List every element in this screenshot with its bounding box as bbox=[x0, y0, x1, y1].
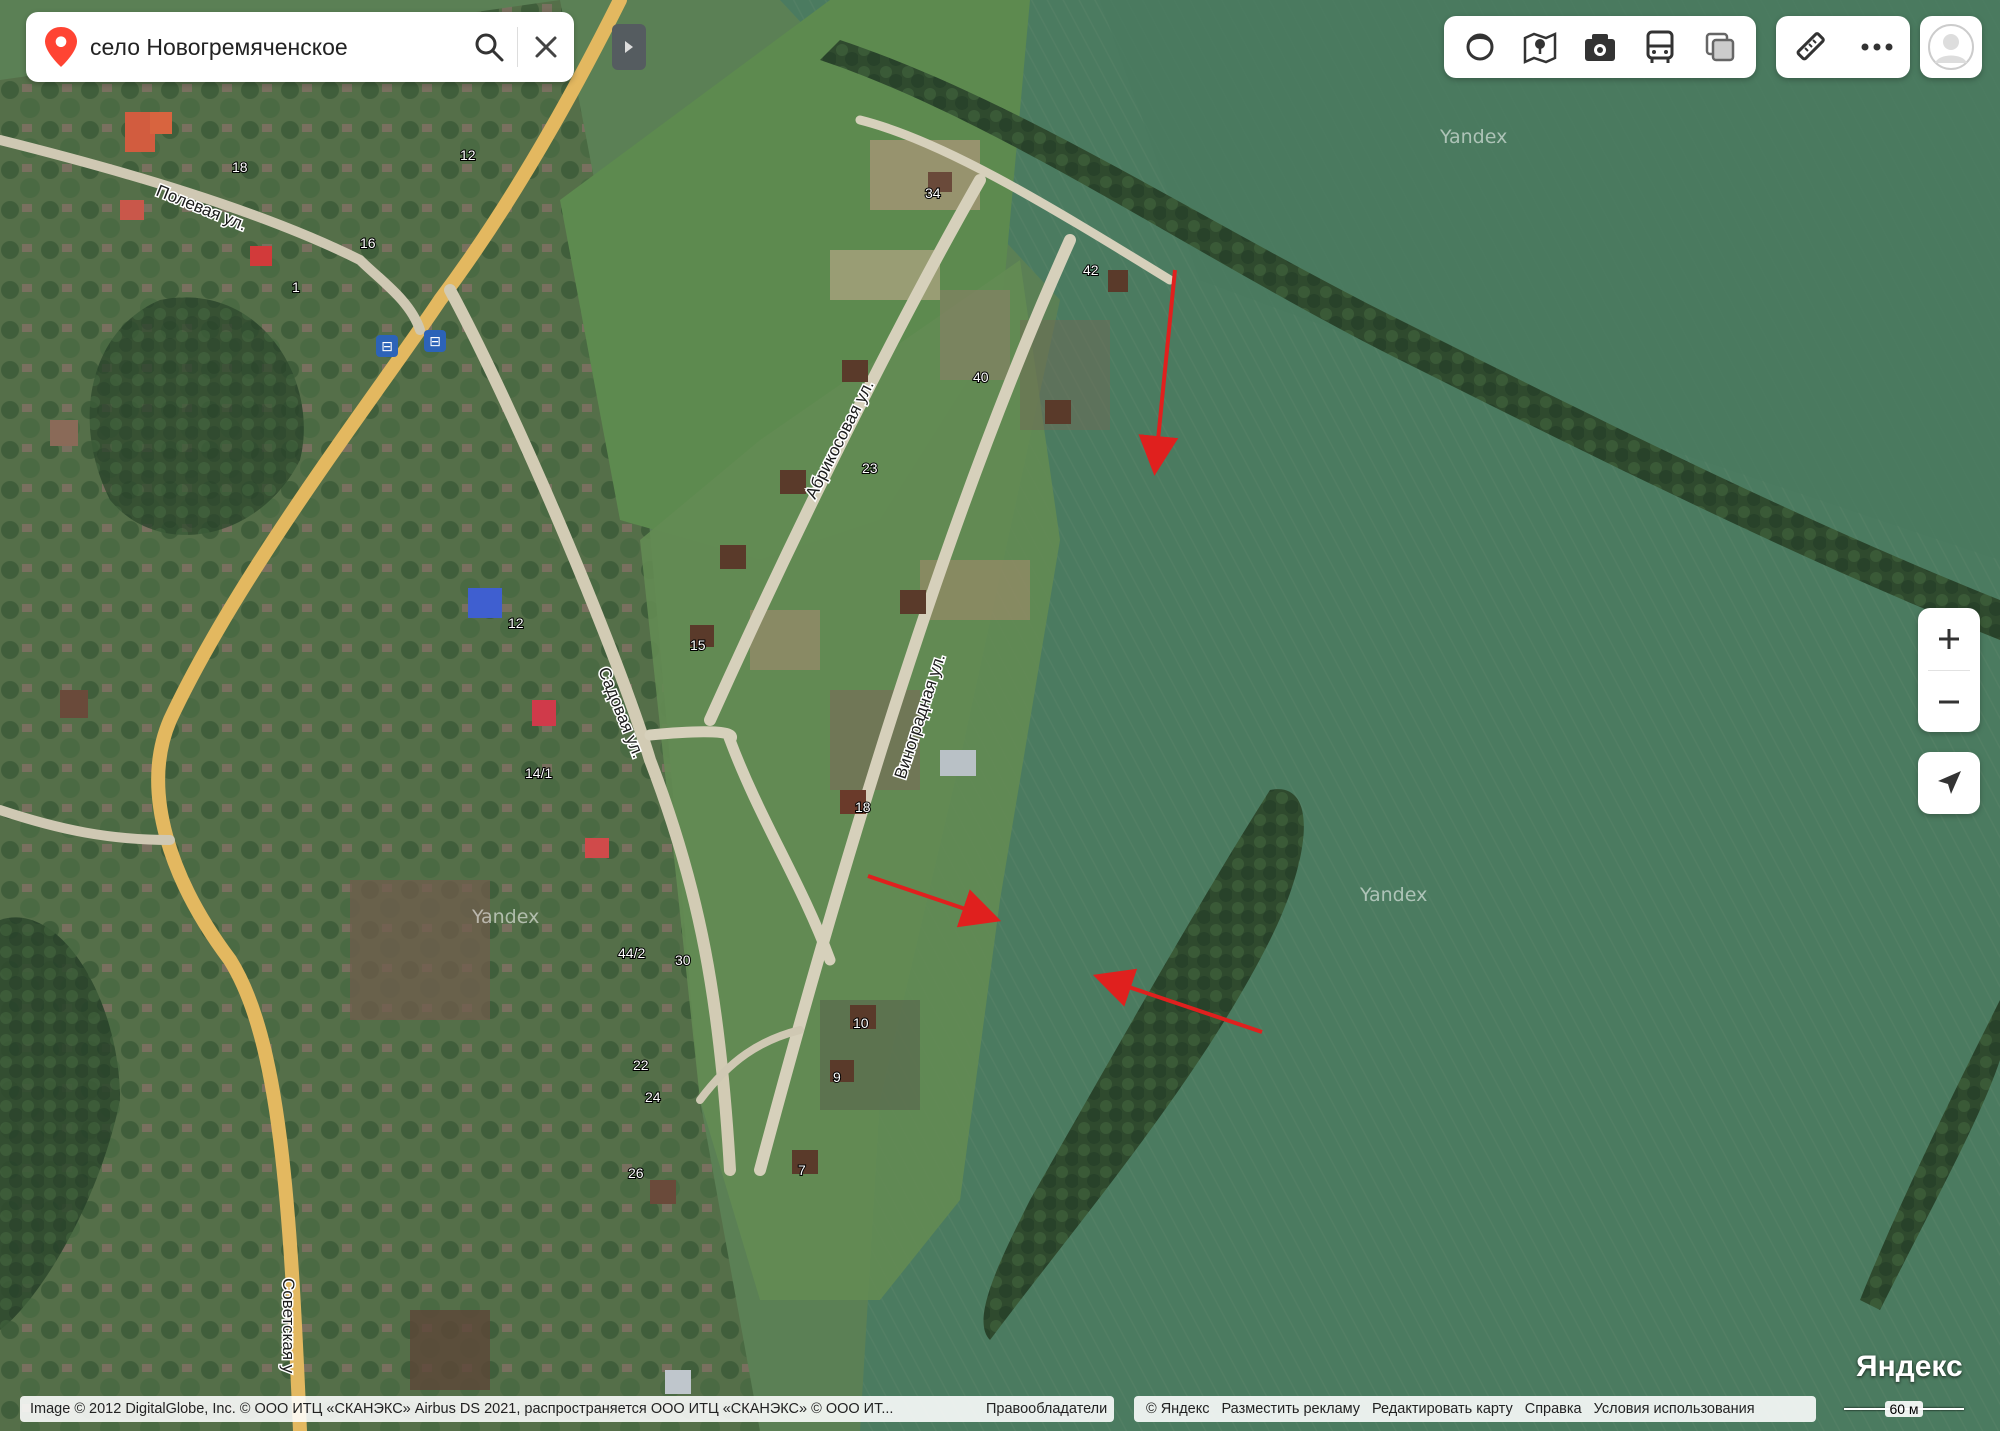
scale-label: 60 м bbox=[1885, 1401, 1923, 1417]
rights-holders-link[interactable]: Правообладатели bbox=[986, 1401, 1107, 1417]
ruler-button[interactable] bbox=[1786, 23, 1834, 71]
advertise-link[interactable]: Разместить рекламу bbox=[1221, 1401, 1360, 1417]
chevron-right-icon bbox=[625, 41, 633, 53]
house-number: 42 bbox=[1083, 262, 1099, 278]
profile-button[interactable] bbox=[1920, 16, 1982, 78]
my-location-button[interactable] bbox=[1918, 752, 1980, 814]
tools-toolbar bbox=[1776, 16, 1910, 78]
zoom-out-button[interactable] bbox=[1918, 671, 1980, 733]
footer-links: © Яндекс Разместить рекламу Редактироват… bbox=[1134, 1396, 1816, 1422]
clear-search-button[interactable] bbox=[518, 19, 574, 75]
map-layers-icon bbox=[1523, 32, 1557, 64]
bus-stop-icon: ⊟ bbox=[429, 334, 441, 350]
map-layers-button[interactable] bbox=[1516, 23, 1564, 71]
imagery-attribution: Image © 2012 DigitalGlobe, Inc. © ООО ИТ… bbox=[20, 1396, 1114, 1422]
house-number: 15 bbox=[690, 637, 706, 653]
house-number: 12 bbox=[508, 615, 524, 631]
minus-icon bbox=[1939, 700, 1959, 704]
house-number: 30 bbox=[675, 952, 691, 968]
transport-button[interactable] bbox=[1636, 23, 1684, 71]
imagery-credit-text: Image © 2012 DigitalGlobe, Inc. © ООО ИТ… bbox=[30, 1401, 894, 1417]
house-number: 22 bbox=[633, 1057, 649, 1073]
house-number: 14/1 bbox=[525, 765, 552, 781]
scale-bar: 60 м bbox=[1834, 1396, 1974, 1422]
edit-map-link[interactable]: Редактировать карту bbox=[1372, 1401, 1513, 1417]
plus-icon bbox=[1939, 629, 1959, 649]
search-input[interactable]: село Новогремяченское bbox=[90, 34, 461, 61]
zoom-in-button[interactable] bbox=[1918, 608, 1980, 670]
house-number: 10 bbox=[853, 1015, 869, 1031]
house-number: 7 bbox=[798, 1162, 806, 1178]
panorama-button[interactable] bbox=[1456, 23, 1504, 71]
house-number: 1 bbox=[292, 279, 300, 295]
transport-icon bbox=[1646, 30, 1674, 63]
navigation-arrow-icon bbox=[1938, 771, 1961, 794]
traffic-layer-icon bbox=[1705, 32, 1735, 62]
more-button[interactable] bbox=[1853, 23, 1901, 71]
satellite-map[interactable]: ⊟ ⊟ Полевая ул. Абрикосовая ул. Садовая … bbox=[0, 0, 2000, 1431]
house-number: 24 bbox=[645, 1089, 661, 1105]
yandex-watermark: Yandex bbox=[472, 906, 540, 928]
house-number: 9 bbox=[833, 1069, 841, 1085]
yandex-watermark: Yandex bbox=[1360, 884, 1428, 906]
help-link[interactable]: Справка bbox=[1525, 1401, 1582, 1417]
zoom-controls bbox=[1918, 608, 1980, 732]
more-icon bbox=[1861, 43, 1892, 51]
house-number: 40 bbox=[973, 369, 989, 385]
traffic-layer-button[interactable] bbox=[1696, 23, 1744, 71]
layers-toolbar bbox=[1444, 16, 1756, 78]
house-number: 44/2 bbox=[618, 945, 645, 961]
house-number: 23 bbox=[862, 460, 878, 476]
close-icon bbox=[535, 36, 557, 58]
bus-stop-icon: ⊟ bbox=[381, 339, 393, 355]
panorama-icon bbox=[1466, 33, 1494, 61]
photos-button[interactable] bbox=[1576, 23, 1624, 71]
yandex-watermark: Yandex bbox=[1440, 126, 1508, 148]
photos-icon bbox=[1585, 34, 1615, 61]
copyright-yandex-link[interactable]: © Яндекс bbox=[1146, 1401, 1209, 1417]
search-icon bbox=[475, 33, 504, 62]
house-number: 18 bbox=[855, 799, 871, 815]
avatar-icon bbox=[1928, 24, 1974, 70]
house-number: 12 bbox=[460, 147, 476, 163]
house-number: 18 bbox=[232, 159, 248, 175]
house-number: 16 bbox=[360, 235, 376, 251]
house-number: 26 bbox=[628, 1165, 644, 1181]
location-pin-icon bbox=[45, 27, 77, 67]
search-bar: село Новогремяченское bbox=[26, 12, 574, 82]
street-label-sovetskaya: Советская у bbox=[279, 1278, 298, 1374]
terms-link[interactable]: Условия использования bbox=[1594, 1401, 1755, 1417]
search-button[interactable] bbox=[461, 19, 517, 75]
house-number: 34 bbox=[925, 185, 941, 201]
ruler-icon bbox=[1796, 32, 1825, 61]
collapse-panel-button[interactable] bbox=[612, 24, 646, 70]
yandex-logo: Яндекс bbox=[1856, 1350, 1963, 1383]
